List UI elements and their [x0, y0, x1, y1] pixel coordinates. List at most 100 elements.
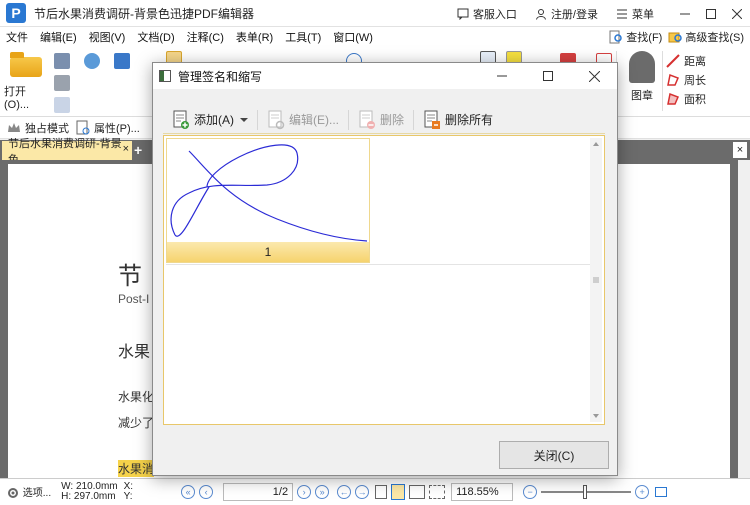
list-row-divider: [166, 264, 590, 265]
menu-document[interactable]: 文档(D): [131, 29, 180, 45]
gear-icon: [8, 488, 18, 499]
delete-all-icon: [424, 110, 441, 129]
scroll-up-icon: [593, 142, 599, 146]
measure-area-button[interactable]: 面积: [666, 89, 746, 108]
print-icon[interactable]: [54, 75, 70, 91]
open-button[interactable]: 打开(O)...: [4, 51, 48, 111]
cursor-y: Y:: [123, 491, 133, 502]
statusbar: 选项... W: 210.0mm H: 297.0mm X: Y: « ‹ 1/…: [0, 478, 750, 505]
section-heading: 水果: [118, 344, 151, 361]
maximize-button[interactable]: [698, 0, 724, 27]
menu-edit[interactable]: 编辑(E): [34, 29, 83, 45]
dialog-maximize-button[interactable]: [525, 63, 571, 89]
page-subtitle: Post-I: [118, 292, 150, 306]
signature-list-scrollbar[interactable]: [590, 138, 602, 422]
save-icon[interactable]: [54, 53, 70, 69]
continuous-page-icon[interactable]: [391, 484, 406, 500]
app-titlebar: P 节后水果消费调研-背景色迅捷PDF编辑器 客服入口 注册/登录 菜单: [0, 0, 750, 27]
signature-list[interactable]: 1: [163, 135, 605, 425]
continuous-facing-icon[interactable]: [429, 485, 446, 499]
dialog-close-button[interactable]: [571, 63, 617, 89]
scroll-grip-icon: [593, 277, 599, 283]
edit-signature-button[interactable]: 编辑(E)...: [264, 108, 342, 132]
menu-file[interactable]: 文件: [0, 29, 34, 45]
main-menu-button[interactable]: 菜单: [616, 6, 654, 22]
edit-document-icon: [268, 110, 285, 129]
properties-label: 属性(P)...: [94, 122, 140, 135]
zoom-select[interactable]: 118.55%: [451, 483, 514, 501]
login-label: 注册/登录: [550, 8, 598, 21]
search-actions: 查找(F) 高级查找(S): [603, 27, 744, 47]
stamp-icon: [629, 51, 655, 83]
add-signature-label: 添加(A): [194, 113, 234, 127]
dialog-minimize-button[interactable]: [479, 63, 525, 89]
last-page-icon[interactable]: »: [315, 485, 330, 499]
menu-window[interactable]: 窗口(W): [327, 29, 379, 45]
menu-form[interactable]: 表单(R): [230, 29, 279, 45]
properties-icon: [76, 120, 90, 134]
document-scrollbar[interactable]: [738, 160, 750, 478]
facing-page-icon[interactable]: [409, 485, 426, 499]
delete-signature-button[interactable]: 删除: [355, 108, 407, 132]
measure-distance-label: 距离: [684, 55, 706, 68]
next-page-icon[interactable]: ›: [297, 485, 312, 499]
zoom-in-status-icon[interactable]: +: [635, 485, 650, 499]
menubar: 文件 编辑(E) 视图(V) 文档(D) 注释(C) 表单(R) 工具(T) 窗…: [0, 27, 750, 47]
dialog-close-action-button[interactable]: 关闭(C): [499, 441, 609, 469]
fit-page-icon[interactable]: [655, 487, 668, 497]
delete-all-signatures-button[interactable]: 删除所有: [420, 108, 496, 132]
customer-service-button[interactable]: 客服入口: [457, 6, 517, 22]
signature-image: [170, 144, 368, 242]
measure-distance-button[interactable]: 距离: [666, 51, 746, 70]
open-label: 打开(O)...: [4, 86, 30, 111]
add-signature-button[interactable]: 添加(A): [169, 108, 251, 132]
add-tab-icon[interactable]: +: [134, 142, 148, 158]
delete-document-icon: [359, 110, 375, 129]
minimize-icon: [680, 13, 690, 14]
advanced-find-button[interactable]: 高级查找(S): [668, 29, 744, 45]
dropdown-arrow-icon: [240, 117, 248, 122]
select-options-button[interactable]: 选项...: [6, 484, 51, 500]
exclusive-mode-button[interactable]: 独占模式: [6, 120, 69, 136]
user-icon: [535, 8, 546, 20]
close-icon: [732, 8, 742, 19]
page-number-input[interactable]: 1/2: [223, 483, 294, 501]
zoom-out-icon[interactable]: −: [523, 485, 538, 499]
delete-all-label: 删除所有: [445, 113, 494, 127]
find-icon: [609, 30, 623, 44]
find-label: 查找(F): [626, 32, 663, 44]
select-options-label: 选项...: [22, 487, 52, 499]
export-icon[interactable]: [54, 97, 70, 113]
cloud-icon[interactable]: [84, 53, 100, 69]
zoom-slider[interactable]: [541, 485, 632, 499]
login-button[interactable]: 注册/登录: [535, 6, 598, 22]
menu-comment[interactable]: 注释(C): [181, 29, 230, 45]
customer-service-label: 客服入口: [472, 8, 517, 21]
measure-perimeter-button[interactable]: 周长: [666, 70, 746, 89]
properties-button[interactable]: 属性(P)...: [75, 120, 140, 136]
seal-button[interactable]: 图章: [622, 51, 662, 111]
back-icon[interactable]: ←: [337, 485, 352, 499]
page-heading: 节: [118, 263, 142, 290]
find-button[interactable]: 查找(F): [609, 29, 662, 45]
signature-item[interactable]: 1: [166, 138, 370, 263]
page-height: H: 297.0mm: [61, 491, 116, 502]
close-window-button[interactable]: [724, 0, 750, 27]
measure-area-label: 面积: [684, 93, 706, 106]
dialog-title: 管理签名和缩写: [178, 69, 263, 84]
zoom-slider-thumb[interactable]: [583, 485, 588, 499]
single-page-icon[interactable]: [375, 485, 388, 499]
forward-icon[interactable]: →: [355, 485, 370, 499]
measure-perimeter-label: 周长: [684, 74, 706, 87]
menu-view[interactable]: 视图(V): [83, 29, 132, 45]
app-logo: P: [6, 3, 26, 23]
advanced-find-label: 高级查找(S): [685, 32, 744, 44]
first-page-icon[interactable]: «: [181, 485, 196, 499]
close-tab-icon[interactable]: ×: [123, 143, 129, 155]
close-all-tabs-icon[interactable]: ×: [733, 142, 747, 158]
undo-icon[interactable]: [114, 53, 130, 69]
document-tab[interactable]: 节后水果消费调研-背景色 ×: [2, 138, 132, 166]
minimize-button[interactable]: [672, 0, 698, 27]
menu-tools[interactable]: 工具(T): [279, 29, 327, 45]
prev-page-icon[interactable]: ‹: [199, 485, 214, 499]
